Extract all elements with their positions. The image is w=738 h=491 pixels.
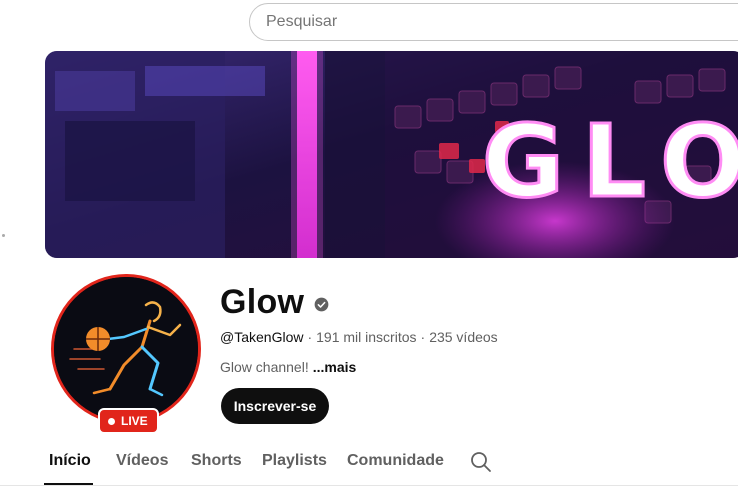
channel-banner: GLO (45, 51, 738, 258)
tab-playlists[interactable]: Playlists (262, 452, 327, 470)
side-marker (2, 234, 5, 237)
live-dot-icon (108, 417, 115, 425)
live-label: LIVE (121, 414, 148, 428)
tab-videos[interactable]: Vídeos (116, 452, 168, 470)
search-input[interactable] (250, 4, 738, 40)
channel-avatar-container[interactable]: LIVE (51, 274, 201, 434)
live-badge[interactable]: LIVE (98, 408, 159, 434)
subscriber-count: 191 mil inscritos (316, 329, 417, 345)
description-text: Glow channel! (220, 359, 309, 375)
channel-meta: @TakenGlow · 191 mil inscritos · 235 vídeos (220, 329, 498, 345)
search-box[interactable] (249, 3, 738, 41)
avatar[interactable] (51, 274, 201, 424)
channel-name: Glow (220, 283, 305, 321)
meta-separator: · (307, 329, 313, 345)
channel-tabs: Início Vídeos Shorts Playlists Comunidad… (0, 440, 738, 486)
tab-shorts[interactable]: Shorts (191, 452, 242, 470)
tab-comunidade[interactable]: Comunidade (347, 452, 444, 470)
channel-handle: @TakenGlow (220, 329, 304, 345)
more-link[interactable]: ...mais (313, 359, 357, 375)
meta-separator: · (420, 329, 426, 345)
banner-text: GLO (482, 103, 738, 220)
channel-description[interactable]: Glow channel! ...mais (220, 359, 356, 375)
tabs-divider (0, 485, 738, 486)
video-count: 235 vídeos (429, 329, 498, 345)
verified-icon (314, 297, 329, 311)
search-icon[interactable] (469, 450, 493, 474)
tab-inicio[interactable]: Início (49, 452, 91, 470)
channel-title: Glow (220, 283, 329, 322)
subscribe-button[interactable]: Inscrever-se (221, 388, 329, 424)
